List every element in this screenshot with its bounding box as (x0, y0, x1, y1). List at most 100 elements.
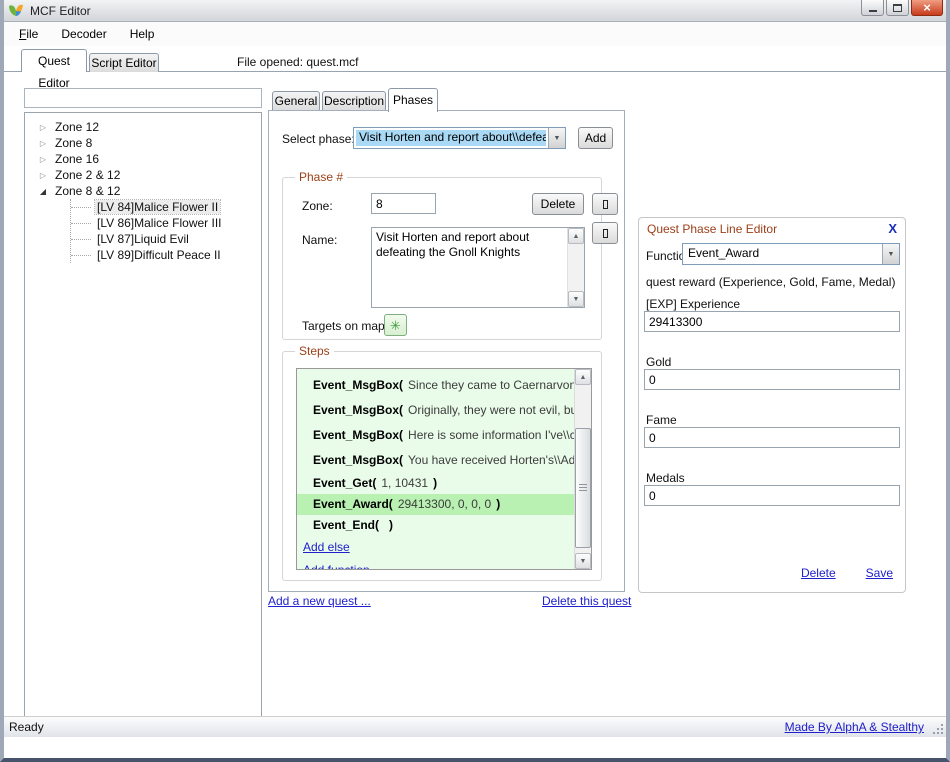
add-else-link[interactable]: Add else (303, 540, 350, 554)
phase-groupbox: Phase # Zone: Delete Name: Visit Horten … (282, 177, 602, 340)
tree-item[interactable]: ▷ Zone 16 (25, 151, 261, 167)
tab-description[interactable]: Description (322, 91, 386, 111)
tree-item[interactable]: [LV 87]Liquid Evil (71, 231, 261, 247)
step-close: ) (496, 497, 500, 511)
credits-link[interactable]: Made By AlphA & Stealthy (785, 720, 924, 734)
step-function: Event_MsgBox( (313, 378, 403, 392)
step-function: Event_End( (313, 518, 379, 532)
statusbar: Ready Made By AlphA & Stealthy (4, 716, 946, 737)
zone-tree[interactable]: ▷Zone 12▷Zone 8▷Zone 16▷Zone 2 & 12◢Zone… (24, 112, 262, 719)
expander-collapsed-icon[interactable]: ▷ (37, 155, 49, 164)
menubar: File Decoder Help (4, 22, 946, 46)
tree-item-label: Zone 8 & 12 (53, 184, 122, 198)
phases-panel: Select phase: Visit Horten and report ab… (268, 110, 625, 592)
tree-item[interactable]: ▷ Zone 2 & 12 (25, 167, 261, 183)
expander-collapsed-icon[interactable]: ▷ (37, 171, 49, 180)
tree-children: [LV 84]Malice Flower II[LV 86]Malice Flo… (70, 199, 261, 263)
tree-item-label-selected: [LV 84]Malice Flower II (95, 200, 220, 214)
step-row[interactable]: Event_MsgBox( You have received Horten's\… (297, 448, 574, 473)
step-args: 1, 10431 (381, 476, 428, 490)
minimize-button[interactable] (861, 0, 884, 16)
steps-scrollbar[interactable]: ▲ ▼ (574, 369, 591, 569)
delete-phase-button[interactable]: Delete (532, 193, 584, 215)
tree-item-label: Zone 2 & 12 (53, 168, 122, 182)
tree-item[interactable]: [LV 84]Malice Flower II (71, 199, 261, 215)
tree-item[interactable]: [LV 89]Difficult Peace II (71, 247, 261, 263)
function-value: Event_Award (685, 246, 880, 262)
name-scrollbar[interactable]: ▲ ▼ (567, 228, 584, 307)
phase-name-textarea[interactable]: Visit Horten and report about defeating … (372, 228, 567, 307)
name-label: Name: (302, 233, 337, 247)
line-save-link[interactable]: Save (866, 566, 893, 580)
line-delete-link[interactable]: Delete (801, 566, 836, 580)
scroll-up-icon[interactable]: ▲ (568, 228, 584, 244)
step-row[interactable]: Event_MsgBox(Originally, they were not e… (297, 398, 574, 423)
tree-item[interactable]: [LV 86]Malice Flower III (71, 215, 261, 231)
gold-input[interactable] (644, 369, 900, 390)
step-close: ) (389, 518, 393, 532)
step-args: Originally, they were not evil, but\\si (408, 403, 574, 417)
step-row[interactable]: Event_Award(29413300, 0, 0, 0) (297, 494, 574, 515)
gold-label: Gold (646, 355, 671, 369)
step-row[interactable]: Event_End() (297, 515, 574, 536)
medals-input[interactable] (644, 485, 900, 506)
tree-item[interactable]: ▷Zone 12 (25, 119, 261, 135)
window-title: MCF Editor (30, 4, 91, 18)
close-panel-icon[interactable]: X (888, 221, 897, 236)
menu-help[interactable]: Help (125, 25, 160, 43)
targets-on-map-button[interactable]: ✳ (384, 314, 407, 336)
expander-expanded-icon[interactable]: ◢ (37, 187, 49, 196)
medals-label: Medals (646, 471, 685, 485)
tree-item-label: Zone 16 (53, 152, 101, 166)
steps-list-rows: Event_MsgBox( Since they came to Caernarv… (297, 373, 574, 570)
step-row[interactable]: Event_MsgBox( Since they came to Caernarv… (297, 373, 574, 398)
step-function: Event_MsgBox( (313, 428, 403, 442)
tab-script-editor[interactable]: Script Editor (89, 53, 159, 72)
step-args: 29413300, 0, 0, 0 (398, 497, 491, 511)
zone-label: Zone: (302, 199, 333, 213)
fame-input[interactable] (644, 427, 900, 448)
resize-grip-icon[interactable] (931, 722, 944, 735)
delete-this-quest-link[interactable]: Delete this quest (542, 594, 631, 608)
tab-phases[interactable]: Phases (388, 88, 438, 112)
file-opened-status: File opened: quest.mcf (237, 55, 358, 69)
add-new-quest-link[interactable]: Add a new quest ... (268, 594, 371, 608)
titlebar: MCF Editor × (0, 0, 950, 22)
scroll-down-icon[interactable]: ▼ (575, 553, 591, 569)
tab-quest-editor[interactable]: Quest Editor (21, 49, 87, 72)
move-phase-up-button[interactable] (592, 193, 618, 215)
experience-input[interactable] (644, 311, 900, 332)
step-row[interactable]: Event_Get(1, 10431) (297, 473, 574, 494)
select-phase-combobox[interactable]: Visit Horten and report about\\defeating… (353, 127, 566, 149)
zone-input[interactable] (371, 193, 436, 214)
step-function: Event_MsgBox( (313, 453, 403, 467)
expander-collapsed-icon[interactable]: ▷ (37, 123, 49, 132)
maximize-button[interactable] (886, 0, 909, 16)
scroll-down-icon[interactable]: ▼ (568, 291, 584, 307)
minimize-icon (869, 10, 877, 12)
select-phase-label: Select phase: (282, 132, 355, 146)
step-row[interactable]: Event_MsgBox( Here is some information I'… (297, 423, 574, 448)
close-button[interactable]: × (911, 0, 943, 16)
function-description: quest reward (Experience, Gold, Fame, Me… (646, 275, 895, 289)
menu-decoder[interactable]: Decoder (56, 25, 111, 43)
step-args: Since they came to Caernarvon, the (408, 378, 574, 392)
add-phase-button[interactable]: Add (578, 127, 613, 149)
tab-general[interactable]: General (272, 91, 320, 111)
step-args: You have received Horten's\\Adver (408, 453, 574, 467)
function-combobox[interactable]: Event_Award ▼ (682, 243, 900, 265)
tree-item-label: [LV 89]Difficult Peace II (95, 248, 223, 262)
expander-collapsed-icon[interactable]: ▷ (37, 139, 49, 148)
scroll-up-icon[interactable]: ▲ (575, 369, 591, 385)
add-function-link[interactable]: Add function (303, 563, 370, 570)
menu-file[interactable]: File (14, 25, 43, 43)
step-close: ) (433, 476, 437, 490)
move-phase-down-button[interactable] (592, 222, 618, 244)
tree-item[interactable]: ◢ Zone 8 & 12 (25, 183, 261, 199)
step-args: Here is some information I've\\comp (408, 428, 574, 442)
quest-phase-line-editor: Quest Phase Line Editor X Function: Even… (638, 217, 906, 593)
tree-item[interactable]: ▷Zone 8 (25, 135, 261, 151)
scrollbar-thumb[interactable] (575, 428, 591, 548)
chevron-down-icon[interactable]: ▼ (882, 244, 899, 264)
chevron-down-icon[interactable]: ▼ (548, 128, 565, 148)
